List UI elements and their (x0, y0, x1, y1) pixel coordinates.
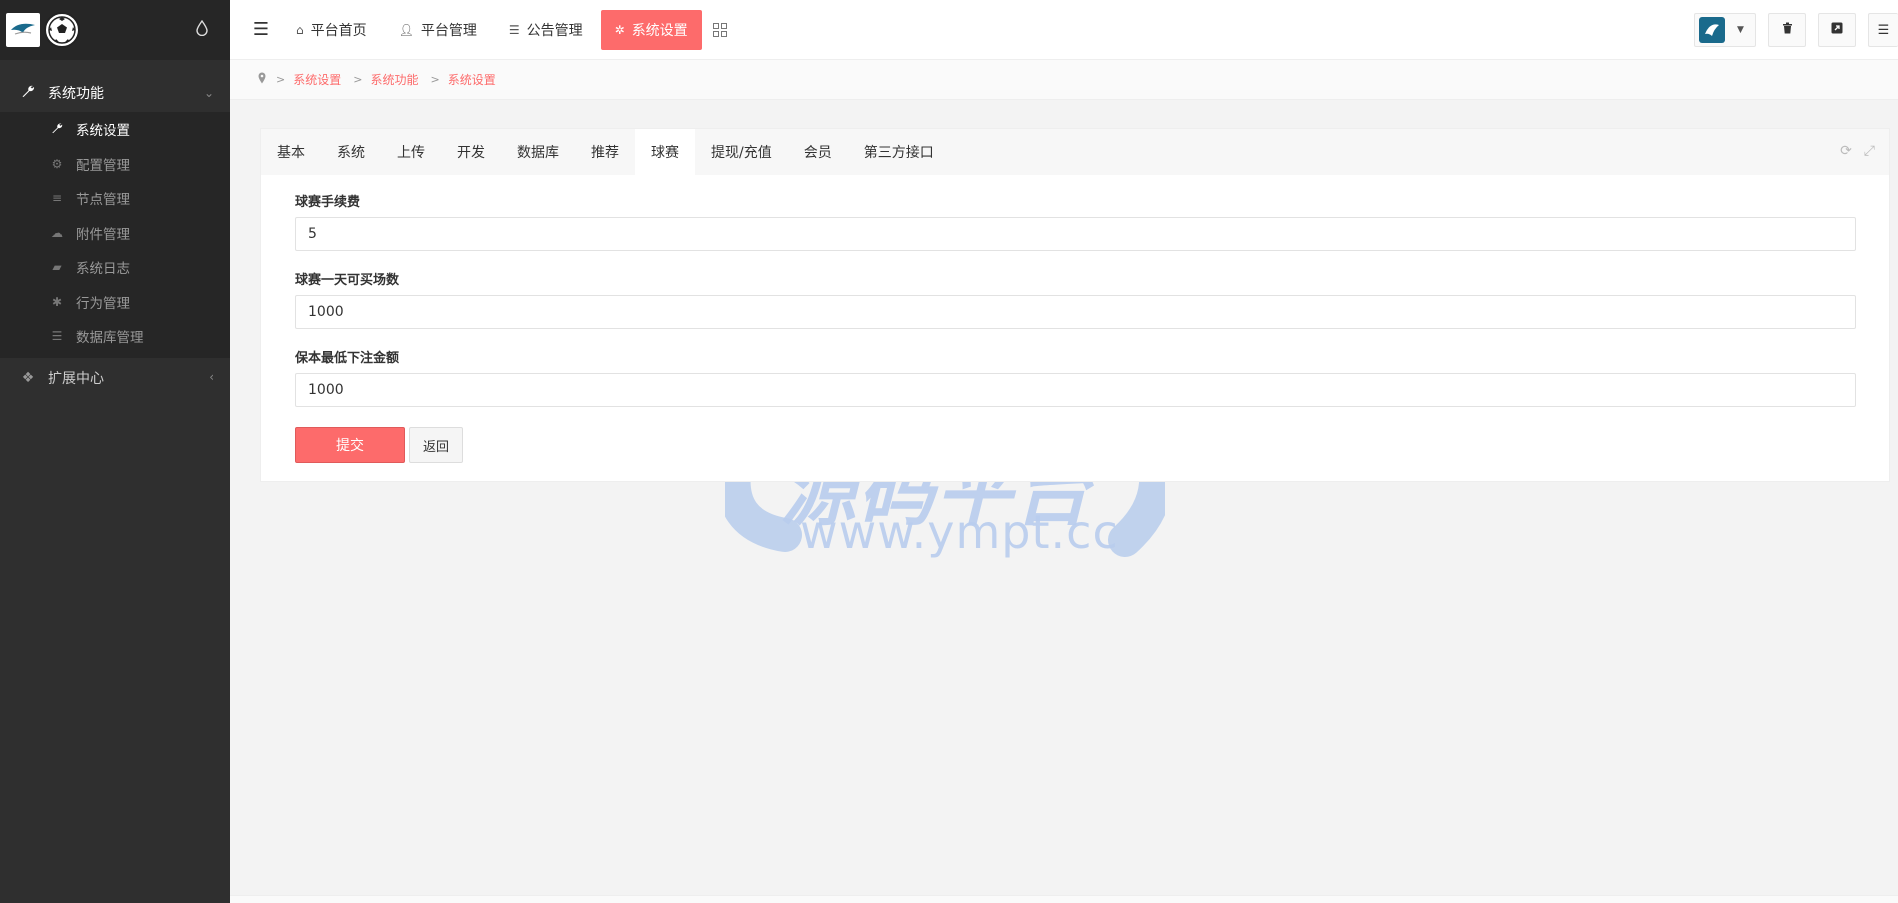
submit-button[interactable]: 提交 (295, 427, 405, 463)
sidebar-group-system[interactable]: 系统功能 ⌄ (0, 74, 230, 112)
tab-develop[interactable]: 开发 (441, 129, 501, 175)
match-fee-input[interactable]: 5 (295, 217, 1856, 251)
breadcrumb-separator: > (353, 73, 363, 86)
min-bet-input[interactable]: 1000 (295, 373, 1856, 407)
sidebar-group-label: 扩展中心 (48, 370, 104, 387)
chevron-left-icon: ‹ (209, 369, 214, 384)
list-icon: ☰ (508, 22, 520, 37)
nav-label: 系统设置 (631, 22, 688, 39)
home-icon: ⌂ (296, 22, 304, 37)
breadcrumb-link[interactable]: 系统设置 (448, 71, 496, 88)
fullscreen-icon[interactable]: ⤢ (1864, 143, 1875, 159)
breadcrumb-separator: > (276, 73, 286, 86)
breadcrumb: > 系统设置 > 系统功能 > 系统设置 (230, 60, 1898, 100)
panel-tools: ⟳ ⤢ (1840, 143, 1875, 159)
list-icon: ≡ (51, 191, 63, 206)
nav-label: 公告管理 (526, 22, 583, 39)
site-logo[interactable] (6, 13, 40, 47)
topbar-right: ▼ ☰ (1694, 0, 1898, 60)
refresh-icon[interactable]: ⟳ (1840, 143, 1852, 159)
breadcrumb-link[interactable]: 系统功能 (370, 71, 418, 88)
wrench-icon (20, 84, 36, 102)
sidebar-group-label: 系统功能 (48, 86, 104, 102)
sidebar-item-attachments[interactable]: ☁ 附件管理 (0, 216, 230, 251)
football-icon[interactable] (44, 12, 80, 48)
sidebar-item-config[interactable]: ⚙ 配置管理 (0, 147, 230, 182)
database-icon: ☰ (51, 329, 63, 344)
cogs-icon: ⚙ (51, 156, 63, 171)
logo-bar (0, 0, 230, 60)
tab-recommend[interactable]: 推荐 (575, 129, 635, 175)
breadcrumb-separator: > (430, 73, 440, 86)
wrench-icon (50, 122, 64, 137)
tab-upload[interactable]: 上传 (381, 129, 441, 175)
cloud-icon: ☁ (51, 225, 63, 240)
sidebar-item-label: 行为管理 (76, 295, 130, 312)
gear-icon: ✲ (614, 22, 625, 37)
avatar (1699, 17, 1725, 43)
tab-withdraw-recharge[interactable]: 提现/充值 (695, 129, 788, 175)
tab-system[interactable]: 系统 (321, 129, 381, 175)
bug-icon: ✱ (51, 294, 63, 309)
nav-announcements[interactable]: ☰ 公告管理 (495, 10, 597, 50)
field-label-match-fee: 球赛手续费 (295, 195, 361, 210)
sidebar: 系统功能 ⌄ 系统设置 ⚙ 配置管理 ≡ 节点管理 ☁ 附件管理 ▰ 系统日志 … (0, 0, 230, 903)
sidebar-item-system-settings[interactable]: 系统设置 (0, 112, 230, 147)
form-actions: 提交 返回 (295, 427, 1855, 463)
menu-toggle-icon[interactable]: ☰ (240, 0, 282, 60)
sidebar-item-logs[interactable]: ▰ 系统日志 (0, 250, 230, 285)
trash-icon (1782, 22, 1793, 38)
nav-label: 平台首页 (310, 22, 367, 39)
user-icon: 👤︎ (398, 22, 414, 37)
sidebar-item-label: 数据库管理 (76, 330, 144, 347)
sidebar-item-label: 系统设置 (76, 123, 130, 140)
field-label-min-bet: 保本最低下注金额 (295, 351, 400, 366)
tab-database[interactable]: 数据库 (501, 129, 575, 175)
sidebar-item-database[interactable]: ☰ 数据库管理 (0, 319, 230, 354)
nav-platform-admin[interactable]: 👤︎ 平台管理 (385, 10, 491, 50)
external-link-icon (1831, 22, 1843, 38)
nav-system-settings[interactable]: ✲ 系统设置 (600, 9, 702, 50)
cubes-icon: ❖ (21, 369, 35, 386)
tab-members[interactable]: 会员 (788, 129, 848, 175)
settings-panel-button[interactable]: ☰ (1868, 13, 1898, 47)
sidebar-item-behavior[interactable]: ✱ 行为管理 (0, 285, 230, 320)
clear-cache-button[interactable] (1768, 13, 1806, 47)
settings-tabs: 基本 系统 上传 开发 数据库 推荐 球赛 提现/充值 会员 第三方接口 ⟳ ⤢ (261, 129, 1889, 175)
sidebar-submenu: 系统设置 ⚙ 配置管理 ≡ 节点管理 ☁ 附件管理 ▰ 系统日志 ✱ 行为管理 … (0, 112, 230, 358)
top-navbar: ☰ ⌂ 平台首页 👤︎ 平台管理 ☰ 公告管理 ✲ 系统设置 ▼ ☰ (230, 0, 1898, 60)
settings-form: 球赛手续费 5 球赛一天可买场数 1000 保本最低下注金额 1000 提交 返… (261, 175, 1889, 463)
nav-label: 平台管理 (420, 22, 477, 39)
book-icon: ▰ (52, 260, 62, 275)
footer-strip (230, 895, 1898, 903)
caret-down-icon: ▼ (1737, 25, 1744, 35)
user-menu-button[interactable]: ▼ (1694, 13, 1756, 47)
open-frontend-button[interactable] (1818, 13, 1856, 47)
theme-drop-icon[interactable] (196, 19, 208, 40)
watermark-url: www.ympt.cc (800, 505, 1119, 559)
sidebar-item-label: 系统日志 (76, 261, 130, 278)
breadcrumb-link[interactable]: 系统设置 (293, 71, 341, 88)
logo-bird-icon (11, 23, 35, 35)
tab-basic[interactable]: 基本 (261, 129, 321, 175)
nav-home[interactable]: ⌂ 平台首页 (282, 10, 381, 50)
tab-match[interactable]: 球赛 (635, 129, 695, 175)
field-label-daily-matches: 球赛一天可买场数 (295, 273, 400, 288)
sliders-icon: ☰ (1877, 22, 1890, 38)
sidebar-item-label: 节点管理 (76, 192, 130, 209)
sidebar-item-label: 附件管理 (76, 226, 130, 243)
chevron-down-icon: ⌄ (203, 86, 214, 100)
daily-matches-input[interactable]: 1000 (295, 295, 1856, 329)
back-button[interactable]: 返回 (409, 427, 463, 463)
settings-panel: 基本 系统 上传 开发 数据库 推荐 球赛 提现/充值 会员 第三方接口 ⟳ ⤢… (260, 128, 1890, 482)
sidebar-item-nodes[interactable]: ≡ 节点管理 (0, 181, 230, 216)
tab-third-party-api[interactable]: 第三方接口 (848, 129, 950, 175)
map-pin-icon (258, 72, 266, 87)
sidebar-item-label: 配置管理 (76, 157, 130, 174)
grid-menu-icon[interactable] (706, 10, 734, 50)
sidebar-group-extensions[interactable]: ❖ 扩展中心 ‹ (0, 358, 230, 398)
